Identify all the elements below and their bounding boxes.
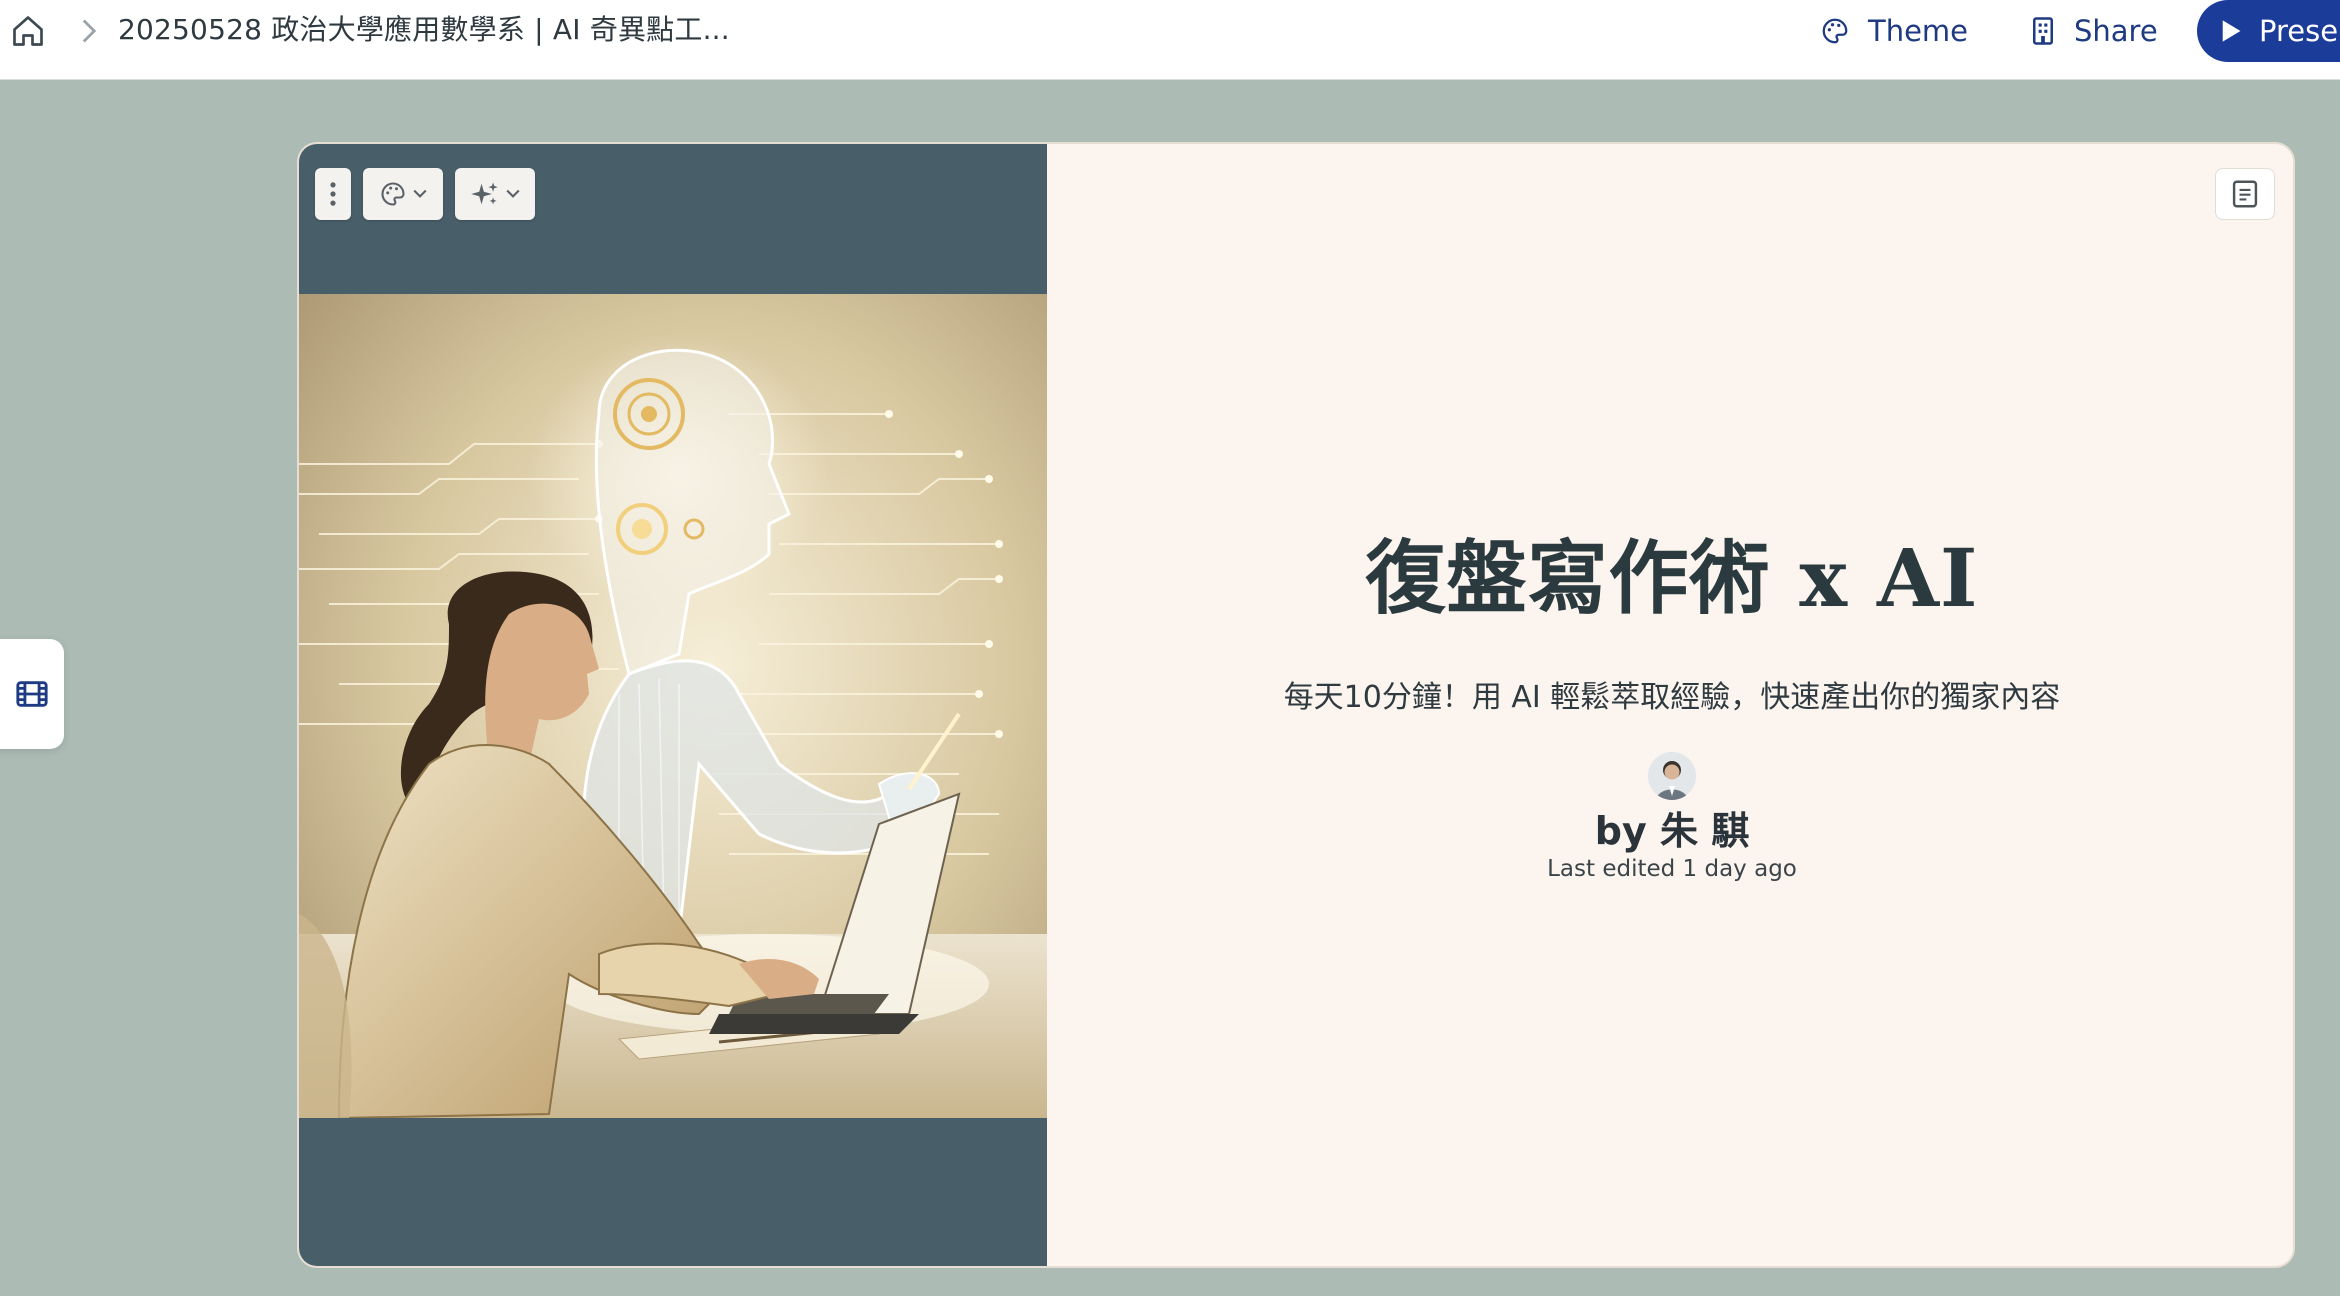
filmstrip-toggle[interactable] bbox=[0, 639, 64, 749]
more-vertical-icon bbox=[330, 182, 336, 206]
chevron-down-icon bbox=[506, 189, 520, 198]
theme-label: Theme bbox=[1868, 14, 1969, 48]
palette-icon bbox=[1822, 18, 1848, 44]
present-label: Presen bbox=[2259, 14, 2340, 48]
notes-icon bbox=[2232, 180, 2258, 208]
film-icon bbox=[16, 681, 48, 707]
doc-title[interactable]: 20250528 政治大學應用數學系 | AI 奇異點工... bbox=[118, 10, 730, 50]
card-theme-button[interactable] bbox=[363, 168, 443, 220]
hero-image[interactable] bbox=[299, 294, 1047, 1118]
share-label: Share bbox=[2074, 14, 2158, 48]
chevron-right-icon bbox=[82, 19, 97, 43]
card-toolbar bbox=[315, 168, 535, 220]
share-button[interactable]: Share bbox=[2030, 8, 2158, 54]
sparkles-icon bbox=[471, 182, 498, 205]
top-bar: 20250528 政治大學應用數學系 | AI 奇異點工... Theme Sh… bbox=[0, 0, 2340, 80]
slide-subtitle[interactable]: 每天10分鐘！用 AI 輕鬆萃取經驗，快速產出你的獨家內容 bbox=[1047, 672, 2293, 716]
slide-card[interactable]: 復盤寫作術 x AI 每天10分鐘！用 AI 輕鬆萃取經驗，快速產出你的獨家內容… bbox=[297, 142, 2295, 1268]
chevron-down-icon bbox=[413, 189, 427, 198]
last-edited-text: Last edited 1 day ago bbox=[1547, 856, 1797, 882]
building-icon bbox=[2033, 17, 2053, 45]
speaker-notes-button[interactable] bbox=[2215, 168, 2275, 220]
play-icon bbox=[2222, 20, 2241, 42]
present-button[interactable]: Presen bbox=[2197, 0, 2340, 62]
author-name: by 朱 騏 bbox=[1594, 809, 1750, 853]
image-panel bbox=[299, 144, 1047, 1266]
ai-edit-button[interactable] bbox=[455, 168, 535, 220]
author-avatar bbox=[1648, 752, 1696, 800]
theme-button[interactable]: Theme bbox=[1820, 8, 1968, 54]
home-icon[interactable] bbox=[10, 13, 46, 49]
more-options-button[interactable] bbox=[315, 168, 351, 220]
slide-title[interactable]: 復盤寫作術 x AI bbox=[1047, 514, 2293, 630]
palette-icon bbox=[381, 182, 405, 206]
